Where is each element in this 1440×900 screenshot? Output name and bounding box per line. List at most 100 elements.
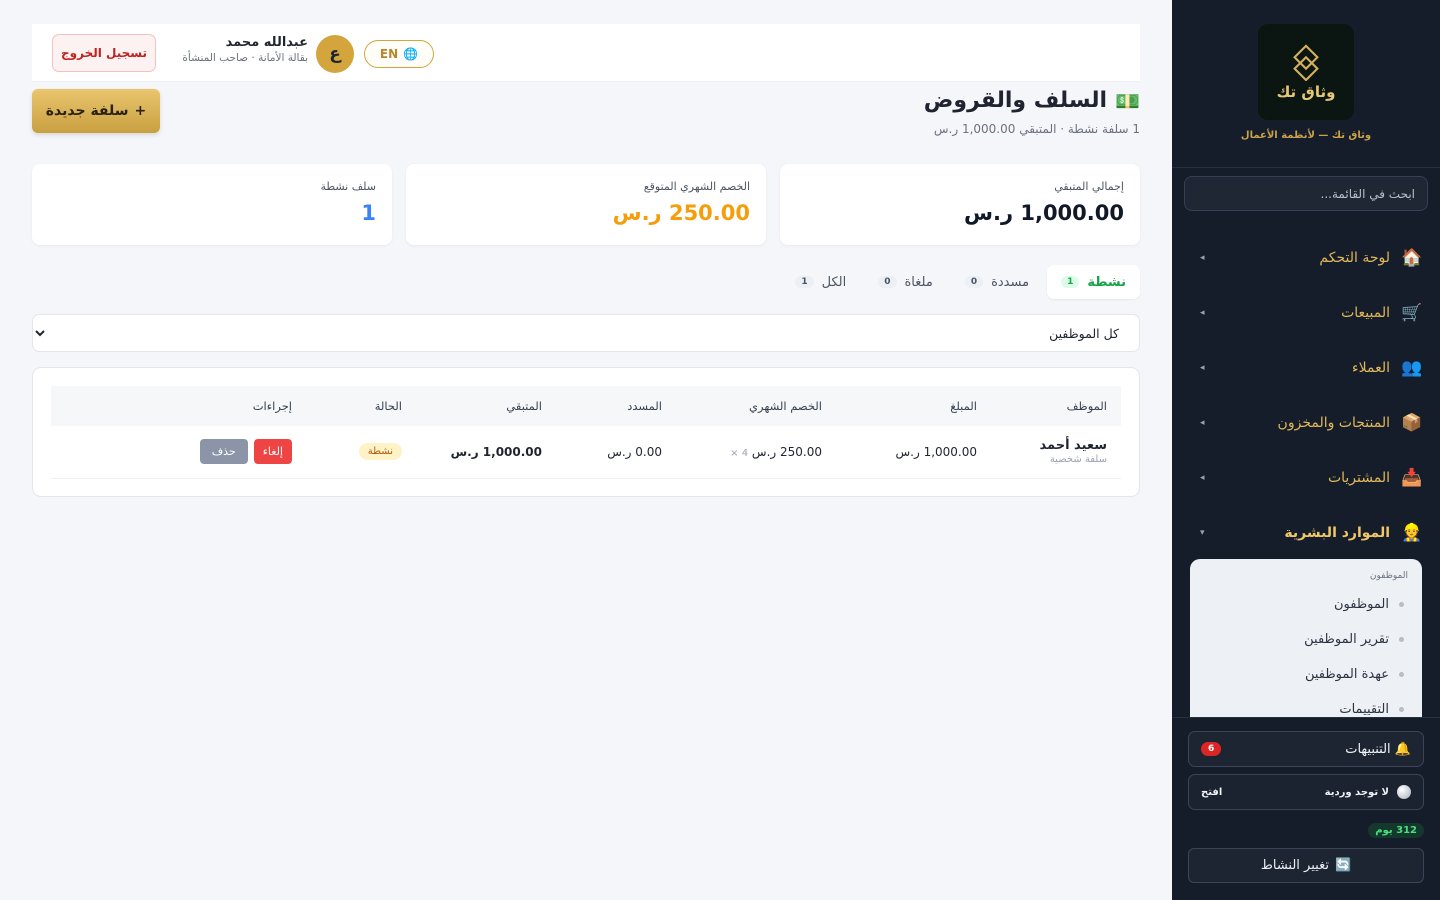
sidebar-item-dashboard[interactable]: 🏠 لوحة التحكم ◂ [1172,230,1440,285]
brand-logo[interactable]: وثاق تك [1258,24,1354,120]
money-icon: 💵 [1115,88,1140,113]
bullet-icon [1399,637,1404,642]
globe-icon: 🌐 [403,47,419,61]
employee-filter-select[interactable]: كل الموظفين [32,314,1140,352]
users-icon: 👥 [1401,357,1423,378]
stat-value: 250.00 ر.س [612,201,750,225]
advances-table-card: الموظف المبلغ الخصم الشهري المسدد المتبق… [32,367,1140,497]
user-info: عبدالله محمد بقالة الأمانة · صاحب المنشأ… [174,35,308,64]
logout-button[interactable]: تسجيل الخروج [52,34,156,72]
advance-type: سلفة شخصية [1049,454,1107,466]
page-title-row: 💵 السلف والقروض [924,88,1140,113]
sidebar-item-products[interactable]: 📦 المنتجات والمخزون ◂ [1172,395,1440,450]
avatar[interactable]: ع [316,35,354,73]
tab-all[interactable]: الكل 1 [781,265,860,299]
tab-active[interactable]: نشطة 1 [1047,265,1140,299]
sidebar-item-customers[interactable]: 👥 العملاء ◂ [1172,340,1440,395]
top-bar: تسجيل الخروج عبدالله محمد بقالة الأمانة … [32,24,1140,82]
notifications-text: التنبيهات [1345,741,1391,757]
bullet-icon [1399,602,1404,607]
stat-label: سلف نشطة [320,180,376,193]
arrow-left-icon: ◂ [1200,362,1205,373]
notifications-button[interactable]: 🔔 التنبيهات 6 [1188,731,1424,767]
sidebar-item-sales[interactable]: 🛒 المبيعات ◂ [1172,285,1440,340]
stat-label: إجمالي المتبقي [1054,180,1124,193]
language-toggle-button[interactable]: 🌐 EN [364,40,434,68]
sidebar-item-label: الموارد البشرية [1284,524,1390,541]
submenu-item-label: تقرير الموظفين [1304,632,1389,647]
tab-count-badge: 1 [1061,276,1080,288]
advances-table: الموظف المبلغ الخصم الشهري المسدد المتبق… [51,386,1121,479]
bullet-icon [1399,672,1404,677]
column-header-employee: الموظف [1066,399,1107,413]
cell-amount: 1,000.00 ر.س [836,426,991,479]
box-icon: 📦 [1401,412,1423,433]
stat-label: الخصم الشهري المتوقع [643,180,750,193]
column-header-remaining: المتبقي [506,399,542,413]
sidebar-item-purchases[interactable]: 📥 المشتريات ◂ [1172,450,1440,505]
hr-submenu: الموظفون الموظفون تقرير الموظفين عهدة ال… [1190,559,1422,719]
submenu-item-label: التقييمات [1339,702,1389,717]
arrow-left-icon: ◂ [1200,472,1205,483]
stat-card-monthly-deduction: الخصم الشهري المتوقع 250.00 ر.س [406,164,766,245]
new-advance-label: سلفة جديدة [45,103,129,119]
submenu-item-employee-custody[interactable]: عهدة الموظفين [1204,657,1408,692]
sidebar-item-label: العملاء [1352,359,1390,376]
refresh-icon: 🔄 [1334,858,1352,873]
sidebar-nav: 🏠 لوحة التحكم ◂ 🛒 المبيعات ◂ 👥 العملاء ◂… [1172,230,1440,560]
cell-remaining: 1,000.00 ر.س [416,426,556,479]
logo-area: وثاق تك وثاق تك — لأنظمة الأعمال [1172,0,1440,168]
cancel-advance-button[interactable]: إلغاء [253,439,292,465]
tab-label: نشطة [1087,274,1126,290]
plus-icon: + [134,103,147,119]
employee-name[interactable]: سعيد أحمد [1005,438,1107,453]
submenu-item-employee-report[interactable]: تقرير الموظفين [1204,622,1408,657]
shift-status-text: لا توجد وردية [1324,786,1389,798]
stat-card-total-remaining: إجمالي المتبقي 1,000.00 ر.س [780,164,1140,245]
cell-monthly: 250.00 ر.س 4 × [676,426,836,479]
submenu-item-label: عهدة الموظفين [1304,667,1389,682]
tab-label: ملغاة [904,274,933,290]
submenu-header: الموظفون [1369,571,1408,581]
page-title: السلف والقروض [923,88,1108,113]
arrow-left-icon: ◂ [1200,252,1205,263]
sidebar-search-input[interactable] [1184,176,1428,211]
sidebar-item-label: المبيعات [1341,304,1390,321]
cell-status: نشطة [306,426,416,479]
tab-count-badge: 1 [795,276,814,288]
delete-advance-button[interactable]: حذف [199,439,248,465]
tab-cancelled[interactable]: ملغاة 0 [864,265,947,299]
column-header-status: الحالة [374,399,402,413]
notifications-count-badge: 6 [1201,742,1222,756]
logo-mark-icon [1293,44,1319,81]
new-advance-button[interactable]: + سلفة جديدة [32,89,160,133]
open-shift-button[interactable]: افتح [1201,787,1222,798]
person-icon: 👷 [1401,522,1423,543]
stat-value: 1,000.00 ر.س [964,201,1124,225]
sidebar-item-label: لوحة التحكم [1319,249,1390,266]
user-role: بقالة الأمانة · صاحب المنشأة [182,52,308,64]
column-header-actions: إجراءات [252,399,292,413]
user-name: عبدالله محمد [225,35,308,50]
submenu-item-employees[interactable]: الموظفون [1204,587,1408,622]
shift-status-box: لا توجد وردية افتح [1188,774,1424,810]
sidebar-footer: 🔔 التنبيهات 6 لا توجد وردية افتح 312 يوم… [1172,717,1440,900]
arrow-down-icon: ▾ [1200,527,1205,538]
status-tabs: نشطة 1 مسددة 0 ملغاة 0 الكل 1 [781,265,1140,299]
table-header-row: الموظف المبلغ الخصم الشهري المسدد المتبق… [51,386,1121,426]
stats-row: إجمالي المتبقي 1,000.00 ر.س الخصم الشهري… [32,164,1140,245]
brand-name: وثاق تك [1276,83,1336,101]
submenu-item-evaluations[interactable]: التقييمات [1204,692,1408,719]
change-activity-button[interactable]: 🔄 تغيير النشاط [1188,848,1424,883]
submenu-item-label: الموظفون [1334,597,1389,612]
column-header-paid: المسدد [627,399,662,413]
home-icon: 🏠 [1401,247,1423,268]
sidebar-item-label: المنتجات والمخزون [1277,414,1390,431]
sidebar-item-hr[interactable]: 👷 الموارد البشرية ▾ [1172,505,1440,560]
monthly-amount: 250.00 ر.س [751,444,822,459]
shift-indicator-icon [1397,785,1411,799]
main-content: تسجيل الخروج عبدالله محمد بقالة الأمانة … [0,0,1172,900]
tab-label: مسددة [991,274,1030,290]
cell-employee: سعيد أحمد سلفة شخصية [991,426,1121,479]
tab-paid[interactable]: مسددة 0 [951,265,1043,299]
